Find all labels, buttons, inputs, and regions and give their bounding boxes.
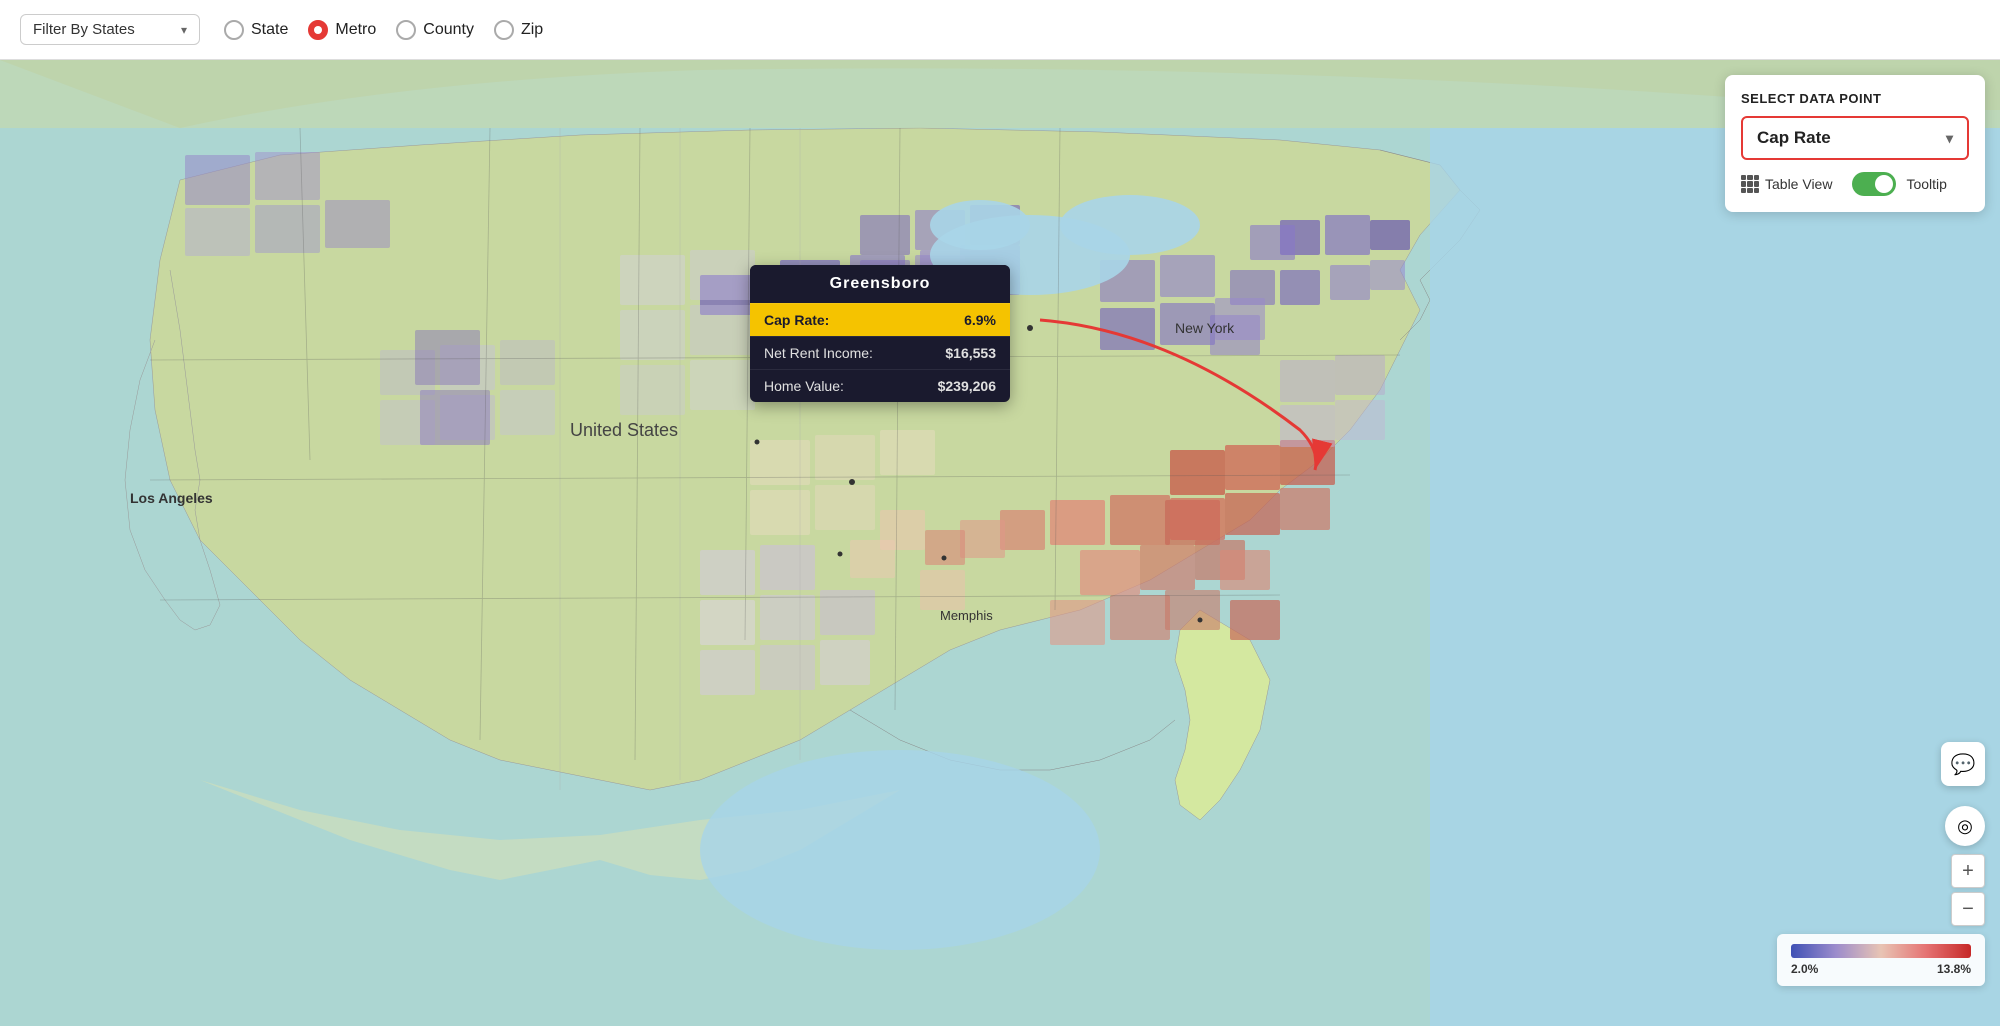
radio-zip[interactable]: Zip [494,20,543,40]
tooltip-cap-rate-row: Cap Rate: 6.9% [750,303,1010,336]
legend-color-bar [1791,944,1971,958]
tooltip-net-rent-value: $16,553 [945,345,996,361]
map-legend: 2.0% 13.8% [1777,934,1985,986]
tooltip-label: Tooltip [1906,176,1946,192]
tooltip-net-rent-row: Net Rent Income: $16,553 [750,336,1010,369]
map-tooltip-popup: Greensboro Cap Rate: 6.9% Net Rent Incom… [750,265,1010,402]
locate-icon: ◎ [1957,816,1973,837]
locate-button[interactable]: ◎ [1945,806,1985,846]
tooltip-cap-rate-value: 6.9% [964,312,996,328]
zoom-in-button[interactable]: + [1951,854,1985,888]
geography-radio-group: State Metro County Zip [224,20,543,40]
radio-zip-label: Zip [521,21,543,39]
filter-states-dropdown[interactable]: Filter By States ▾ [20,14,200,45]
zoom-out-button[interactable]: − [1951,892,1985,926]
map-svg [0,60,2000,1026]
panel-controls-row: Table View Tooltip [1741,172,1969,196]
zoom-controls: + − [1951,854,1985,926]
data-point-dropdown[interactable]: Cap Rate ▾ [1741,116,1969,160]
radio-circle-zip [494,20,514,40]
radio-county[interactable]: County [396,20,474,40]
tooltip-home-value-value: $239,206 [938,378,996,394]
legend-max-label: 13.8% [1937,962,1971,976]
data-point-chevron-icon: ▾ [1946,130,1953,147]
filter-chevron-icon: ▾ [181,23,187,37]
select-data-point-label: SELECT DATA POINT [1741,91,1969,106]
radio-county-label: County [423,21,474,39]
radio-state[interactable]: State [224,20,288,40]
radio-metro-label: Metro [335,21,376,39]
table-grid-icon [1741,175,1759,193]
data-point-selected-value: Cap Rate [1757,128,1831,148]
radio-circle-county [396,20,416,40]
radio-circle-metro [308,20,328,40]
header-bar: Filter By States ▾ State Metro County Zi… [0,0,2000,60]
table-view-label: Table View [1765,176,1832,192]
tooltip-home-value-row: Home Value: $239,206 [750,369,1010,402]
map-container[interactable]: Chicago United States Los Angeles New Yo… [0,60,2000,1026]
tooltip-toggle[interactable] [1852,172,1896,196]
legend-labels: 2.0% 13.8% [1791,962,1971,976]
radio-circle-state [224,20,244,40]
table-view-button[interactable]: Table View [1741,175,1832,193]
tooltip-net-rent-label: Net Rent Income: [764,345,873,361]
tooltip-cap-rate-label: Cap Rate: [764,312,829,328]
tooltip-home-value-label: Home Value: [764,378,844,394]
tooltip-city-name: Greensboro [750,265,1010,303]
radio-state-label: State [251,21,288,39]
filter-states-label: Filter By States [33,21,135,38]
chat-button[interactable]: 💬 [1941,742,1985,786]
radio-metro[interactable]: Metro [308,20,376,40]
legend-min-label: 2.0% [1791,962,1818,976]
data-panel: SELECT DATA POINT Cap Rate ▾ Table View … [1725,75,1985,212]
chat-icon: 💬 [1951,752,1976,777]
